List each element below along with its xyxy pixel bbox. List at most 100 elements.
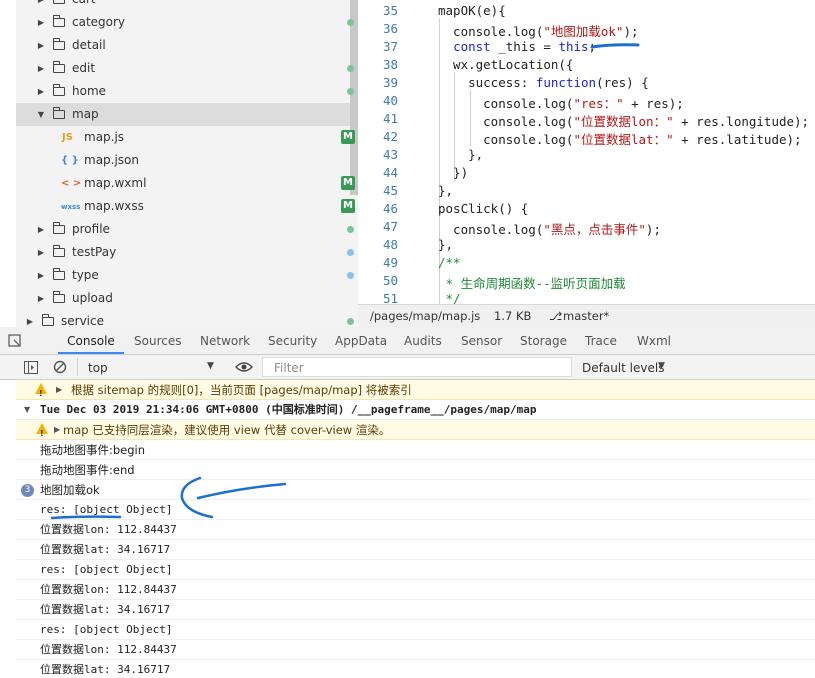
console-message: res: [object Object] [40,563,173,576]
tree-folder-map[interactable]: ▼ map [16,103,350,126]
console-warning: ▶ 根据 sitemap 的规则[0]，当前页面 [pages/map/map]… [16,380,815,404]
console-message: 位置数据lon: 112.84437 [40,523,177,536]
console-group-header[interactable]: ▼ Tue Dec 03 2019 21:34:06 GMT+0800 (中国标… [16,400,815,420]
tab-sensor[interactable]: Sensor [461,327,502,354]
tree-item-label: home [72,84,107,98]
git-branch[interactable]: master* [563,309,609,323]
tab-storage[interactable]: Storage [520,327,567,354]
tab-sources[interactable]: Sources [134,327,181,354]
tree-file-map-wxss[interactable]: wxss map.wxss M [16,195,355,218]
repeat-count-badge: 3 [21,484,34,497]
code-editor[interactable]: 35 36 37 38 39 40 41 42 43 44 45 46 47 4… [358,0,815,304]
line-number: 38 [382,57,398,72]
console-message: Tue Dec 03 2019 21:34:06 GMT+0800 (中国标准时… [40,403,537,416]
folder-icon [52,15,65,27]
file-size: 1.7 KB [494,309,532,323]
log-levels-select[interactable]: Default levels [582,361,664,375]
code-line: const _this = this; [453,39,597,54]
context-select[interactable]: top [88,361,108,375]
console-log-row: 3 地图加载ok [16,480,811,500]
chevron-right-icon: ▶ [37,225,45,234]
line-number: 44 [382,165,398,180]
wxss-file-icon: wxss [61,203,81,211]
tab-audits[interactable]: Audits [404,327,442,354]
tab-network[interactable]: Network [200,327,250,354]
console-message: res: [object Object] [40,623,173,636]
console-warning: ▶ map 已支持同层渲染，建议使用 view 代替 cover-view 渲染… [16,420,815,444]
expand-icon[interactable]: ▶ [54,420,60,440]
console-message: 地图加载ok [40,483,100,497]
console-log-row: res: [object Object] [16,500,815,520]
warning-icon [35,383,47,404]
line-number: 35 [382,3,398,18]
json-file-icon: { } [61,155,79,166]
filter-input-box[interactable]: Filter [262,357,572,377]
console-message: 位置数据lat: 34.16717 [40,543,171,556]
tab-security[interactable]: Security [268,327,317,354]
folder-icon [52,38,65,50]
eye-icon[interactable] [235,361,253,373]
tree-gutter [0,0,16,327]
tree-file-map-js[interactable]: JS map.js M [16,126,355,149]
tab-wxml[interactable]: Wxml [637,327,671,354]
tree-folder-home[interactable]: ▶ home [16,80,354,103]
chevron-right-icon: ▶ [37,64,45,73]
console-output[interactable]: ▶ 根据 sitemap 的规则[0]，当前页面 [pages/map/map]… [16,380,815,678]
git-status-dot [347,19,354,26]
console-message: 拖动地图事件:begin [40,443,146,457]
tree-folder-upload[interactable]: ▶ upload [16,287,350,310]
console-log-row: 位置数据lon: 112.84437 [16,520,815,540]
console-message: 位置数据lat: 34.16717 [40,663,171,676]
sidebar-toggle-icon[interactable] [24,361,38,374]
tree-folder-service[interactable]: ▶ service [16,310,354,327]
tree-folder-type[interactable]: ▶ type [16,264,354,287]
folder-icon [52,222,65,234]
code-line: console.log("黑点，点击事件"); [438,222,661,237]
tree-folder-detail[interactable]: ▶ detail [16,34,350,57]
folder-icon [52,291,65,303]
dropdown-arrow-icon[interactable]: ▼ [207,361,214,371]
tree-file-map-wxml[interactable]: < > map.wxml M [16,172,355,195]
tree-item-label: category [72,15,126,29]
line-number: 46 [382,201,398,216]
ide-top-region: ▶ cart ▶ category ▶ detail ▶ edit ▶ home [0,0,815,327]
code-line: mapOK(e){ [438,3,506,18]
chevron-right-icon: ▶ [37,294,45,303]
warning-icon [36,423,48,444]
code-line: }, [438,183,454,198]
line-number: 39 [382,75,398,90]
chevron-down-icon: ▼ [37,110,45,119]
console-log-row: res: [object Object] [16,560,815,580]
line-number: 40 [382,93,398,108]
tree-item-label: map [72,107,99,121]
tree-item-label: testPay [72,245,117,259]
clear-console-icon[interactable] [53,360,67,374]
dropdown-arrow-icon[interactable]: ▼ [658,361,665,371]
expand-icon[interactable]: ▶ [56,380,62,400]
tree-file-map-json[interactable]: { } map.json [16,149,350,172]
wxml-file-icon: < > [61,178,82,189]
tree-folder-category[interactable]: ▶ category [16,11,354,34]
folder-icon [52,84,65,96]
console-log-row: 位置数据lat: 34.16717 [16,600,815,620]
line-number: 37 [382,39,398,54]
folder-icon [41,314,54,326]
code-line: }, [438,237,454,252]
filter-placeholder: Filter [274,361,304,375]
chevron-right-icon: ▶ [36,0,46,11]
tab-appdata[interactable]: AppData [335,327,387,354]
tree-folder-profile[interactable]: ▶ profile [16,218,354,241]
console-toolbar: top ▼ Filter Default levels ▼ [0,355,815,380]
tree-item-label: type [72,268,99,282]
file-tree: ▶ cart ▶ category ▶ detail ▶ edit ▶ home [0,0,358,327]
inspect-icon[interactable] [8,327,22,354]
tab-console[interactable]: Console [58,327,124,354]
code-line: posClick() { [438,201,529,216]
tree-folder-edit[interactable]: ▶ edit [16,57,354,80]
tree-scrollbar[interactable] [350,0,358,195]
tree-folder-cart[interactable]: ▶ cart [16,0,350,11]
tab-trace[interactable]: Trace [585,327,617,354]
tree-folder-testpay[interactable]: ▶ testPay [16,241,354,264]
line-number: 41 [382,111,398,126]
chevron-right-icon: ▶ [37,41,45,50]
